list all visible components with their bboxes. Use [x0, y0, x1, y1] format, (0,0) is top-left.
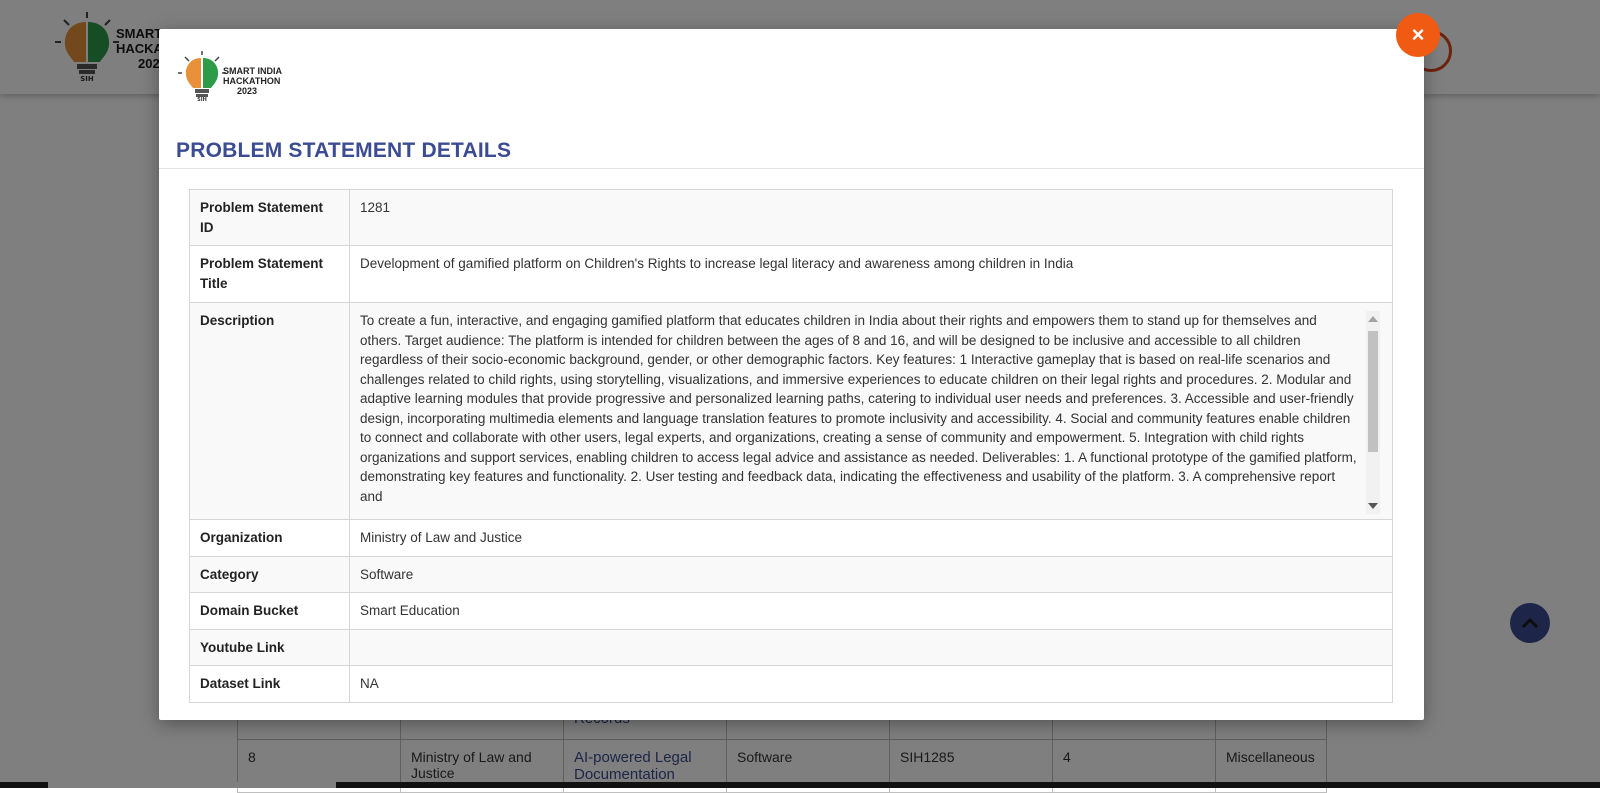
- table-row: Problem Statement ID 1281: [189, 189, 1393, 246]
- row-value: Software: [349, 555, 1393, 593]
- row-value: Development of gamified platform on Chil…: [349, 245, 1393, 303]
- row-value: 1281: [349, 189, 1393, 246]
- table-row: Domain Bucket Smart Education: [189, 592, 1393, 630]
- details-table: Problem Statement ID 1281 Problem Statem…: [189, 189, 1393, 703]
- table-row: Description To create a fun, interactive…: [189, 302, 1393, 520]
- modal-logo-text: SMART INDIA HACKATHON 2023: [223, 66, 282, 96]
- row-label: Organization: [189, 519, 350, 557]
- row-value: Smart Education: [349, 592, 1393, 630]
- description-text: To create a fun, interactive, and engagi…: [360, 313, 1357, 504]
- problem-statement-modal: SIH SMART INDIA HACKATHON 2023 PROBLEM S…: [159, 29, 1424, 720]
- scrollbar[interactable]: [1366, 311, 1380, 514]
- row-label: Problem Statement Title: [189, 245, 350, 303]
- scrollbar-thumb[interactable]: [1368, 331, 1378, 452]
- sih-logo-icon: SIH: [178, 51, 226, 102]
- row-label: Description: [189, 302, 350, 520]
- row-label: Problem Statement ID: [189, 189, 350, 246]
- row-label: Dataset Link: [189, 665, 350, 703]
- table-row: Organization Ministry of Law and Justice: [189, 519, 1393, 557]
- youtube-link-value[interactable]: [349, 628, 1393, 666]
- row-value: Ministry of Law and Justice: [349, 519, 1393, 557]
- scroll-up-arrow-icon[interactable]: [1368, 316, 1378, 322]
- table-row: Problem Statement Title Development of g…: [189, 245, 1393, 303]
- description-scroll-area[interactable]: To create a fun, interactive, and engagi…: [360, 311, 1382, 514]
- table-row: Category Software: [189, 555, 1393, 593]
- description-cell: To create a fun, interactive, and engagi…: [349, 302, 1393, 520]
- row-label: Youtube Link: [189, 628, 350, 666]
- close-button[interactable]: ×: [1396, 13, 1440, 57]
- svg-text:SIH: SIH: [197, 97, 207, 102]
- table-row: Youtube Link: [189, 628, 1393, 666]
- dataset-link-value[interactable]: NA: [349, 665, 1393, 703]
- title-divider: [159, 168, 1424, 169]
- row-label: Domain Bucket: [189, 592, 350, 630]
- row-label: Category: [189, 555, 350, 593]
- table-row: Dataset Link NA: [189, 665, 1393, 703]
- close-icon: ×: [1411, 22, 1425, 47]
- scroll-down-arrow-icon[interactable]: [1368, 503, 1378, 509]
- page-title: PROBLEM STATEMENT DETAILS: [176, 139, 512, 162]
